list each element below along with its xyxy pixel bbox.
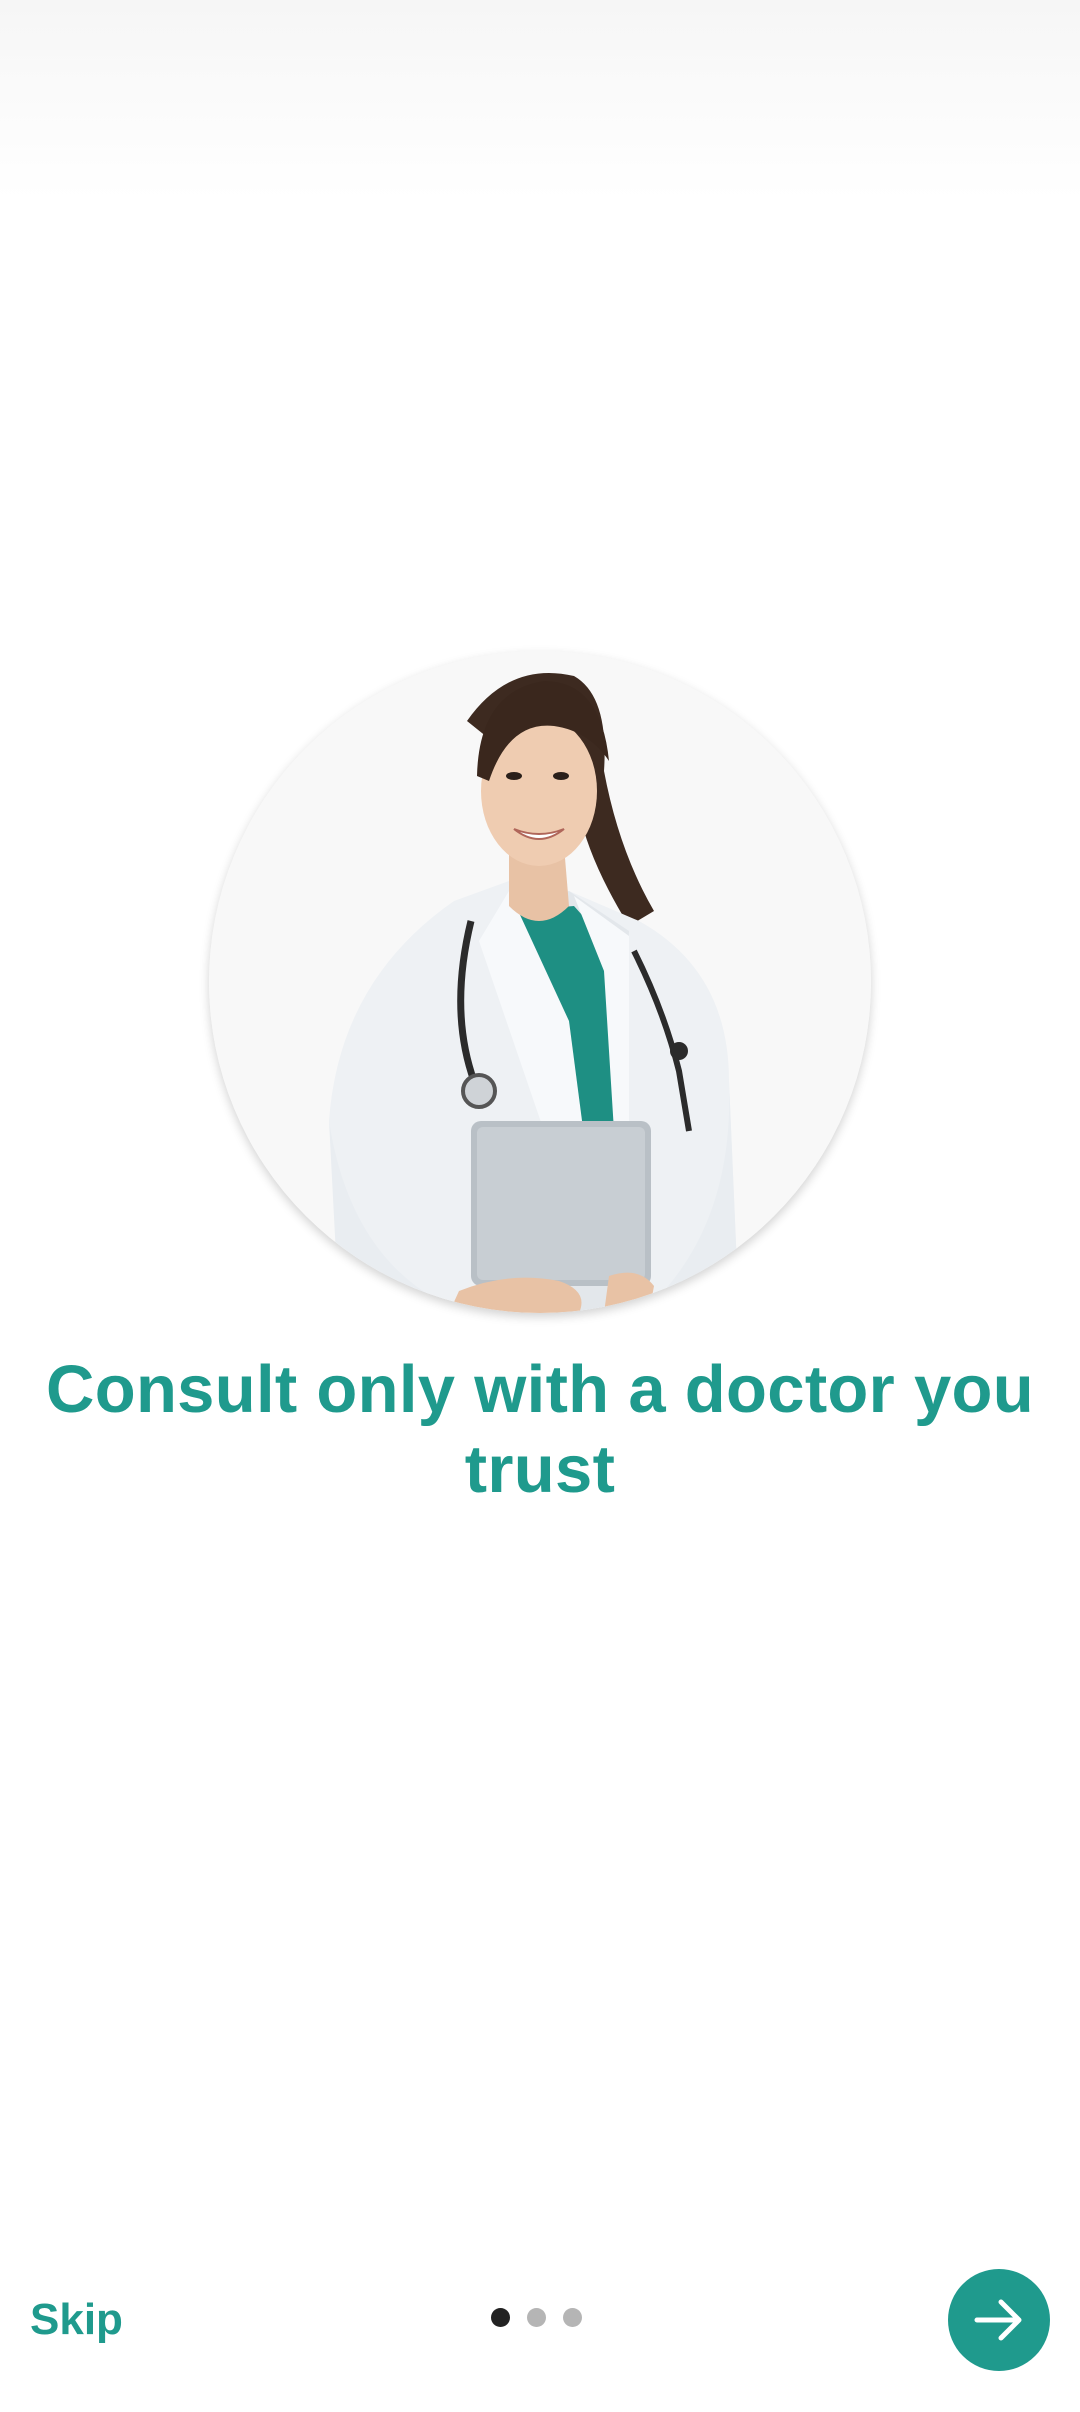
top-fade	[0, 0, 1080, 200]
onboarding-headline: Consult only with a doctor you trust	[46, 1352, 1034, 1507]
doctor-illustration	[209, 651, 871, 1313]
page-dot-2	[527, 2308, 546, 2327]
doctor-hero-image	[209, 651, 871, 1313]
onboarding-screen: Consult only with a doctor you trust Ski…	[0, 0, 1080, 2412]
arrow-right-icon	[974, 2299, 1022, 2341]
skip-button[interactable]: Skip	[30, 2290, 123, 2350]
page-dot-1	[491, 2308, 510, 2327]
page-dot-3	[563, 2308, 582, 2327]
next-button[interactable]	[948, 2269, 1050, 2371]
page-indicator	[491, 2308, 582, 2327]
